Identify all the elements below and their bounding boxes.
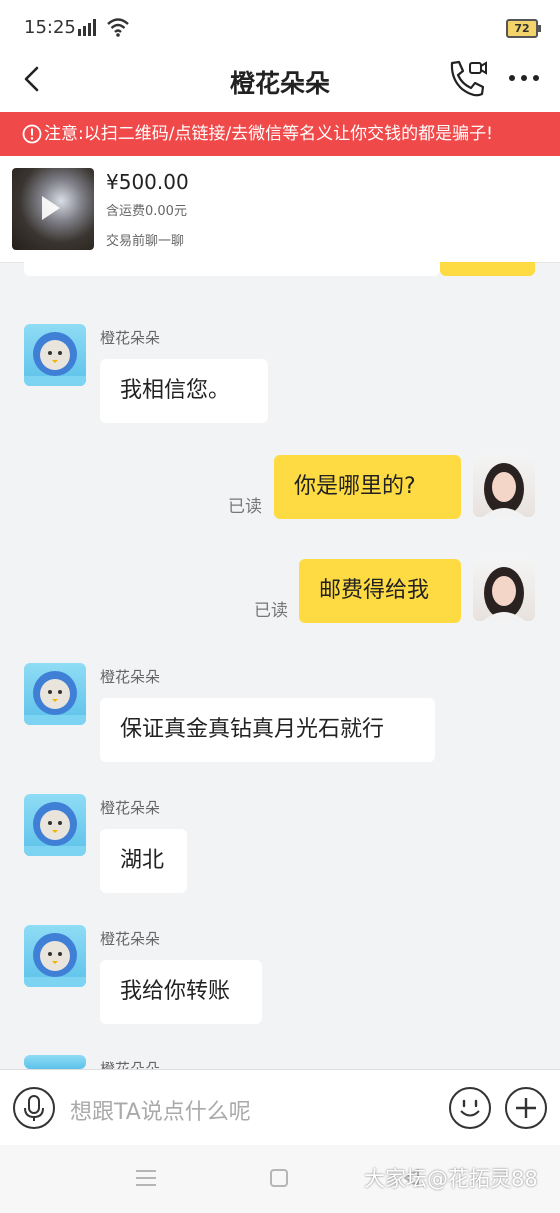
watermark-text: 大家坛@花拓灵88 <box>364 1167 538 1191</box>
warning-text: 注意:以扫二维码/点链接/去微信等名义让你交钱的都是骗子! <box>44 124 493 144</box>
chat-header: 橙花朵朵 <box>0 56 560 112</box>
previous-message-left <box>24 262 440 276</box>
message-bubble[interactable]: 我给你转账 <box>100 960 262 1024</box>
seller-avatar[interactable] <box>24 794 86 856</box>
more-options-icon[interactable] <box>506 60 542 96</box>
product-thumbnail[interactable] <box>12 168 94 250</box>
seller-avatar[interactable] <box>24 1055 86 1069</box>
sender-name: 橙花朵朵 <box>100 799 161 817</box>
sender-name: 橙花朵朵 <box>100 930 161 948</box>
product-card[interactable]: ¥500.00 含运费0.00元 交易前聊一聊 <box>0 156 560 263</box>
seller-avatar[interactable] <box>24 324 86 386</box>
home-icon[interactable] <box>270 1169 288 1187</box>
previous-message-right <box>440 262 535 276</box>
read-receipt: 已读 <box>254 601 288 621</box>
chat-tip: 交易前聊一聊 <box>106 234 185 249</box>
sender-name: 橙花朵朵 <box>100 329 161 347</box>
emoji-icon[interactable] <box>448 1086 492 1130</box>
message-input-bar: 想跟TA说点什么呢 <box>0 1069 560 1146</box>
fraud-warning-banner: 注意:以扫二维码/点链接/去微信等名义让你交钱的都是骗子! <box>0 112 560 156</box>
message-bubble[interactable]: 我相信您。 <box>100 359 268 423</box>
wifi-icon <box>107 18 129 37</box>
plus-icon[interactable] <box>504 1086 548 1130</box>
microphone-icon[interactable] <box>12 1086 56 1130</box>
seal-avatar-icon <box>24 933 86 987</box>
alert-circle-icon <box>22 124 42 144</box>
play-icon <box>42 196 60 220</box>
sender-name: 橙花朵朵 <box>100 1060 161 1069</box>
seal-avatar-icon <box>24 332 86 386</box>
sender-name: 橙花朵朵 <box>100 668 161 686</box>
message-bubble[interactable]: 保证真金真钻真月光石就行 <box>100 698 435 762</box>
phone-video-call-icon[interactable] <box>446 58 488 98</box>
seller-avatar[interactable] <box>24 663 86 725</box>
shipping-info: 含运费0.00元 <box>106 204 187 219</box>
message-input[interactable]: 想跟TA说点什么呢 <box>70 1094 251 1126</box>
user-portrait-icon <box>483 463 525 517</box>
battery-icon: 72 <box>506 19 541 38</box>
status-bar: 15:25 72 <box>0 0 560 56</box>
message-bubble[interactable]: 你是哪里的? <box>274 455 461 519</box>
seal-avatar-icon <box>24 671 86 725</box>
seal-avatar-icon <box>24 802 86 856</box>
menu-icon[interactable] <box>134 1168 158 1188</box>
user-portrait-icon <box>483 567 525 621</box>
system-nav-bar: 大家坛@花拓灵88 <box>0 1145 560 1213</box>
user-avatar[interactable] <box>473 455 535 517</box>
read-receipt: 已读 <box>228 497 262 517</box>
product-price: ¥500.00 <box>106 170 189 194</box>
message-bubble[interactable]: 湖北 <box>100 829 187 893</box>
status-time: 15:25 <box>24 17 76 38</box>
seller-avatar[interactable] <box>24 925 86 987</box>
signal-icon <box>78 19 96 36</box>
message-bubble[interactable]: 邮费得给我 <box>299 559 461 623</box>
user-avatar[interactable] <box>473 559 535 621</box>
